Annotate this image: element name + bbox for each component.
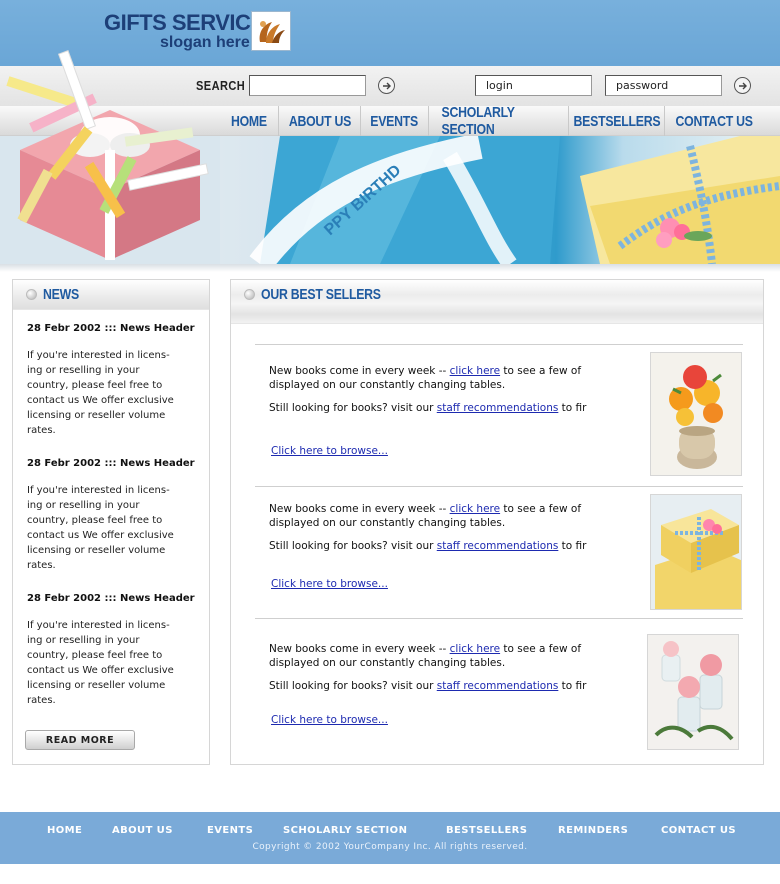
arrow-right-icon — [382, 82, 391, 89]
news-entry: 28 Febr 2002 ::: News Header If you're i… — [27, 593, 199, 708]
nav-home[interactable]: HOME — [220, 106, 278, 136]
news-panel-header: NEWS — [13, 280, 209, 310]
news-entry: 28 Febr 2002 ::: News Header If you're i… — [27, 458, 199, 573]
read-more-button[interactable]: READ MORE — [25, 730, 135, 750]
hero-banner: PPY BIRTHD — [220, 136, 780, 264]
news-header-link[interactable]: 28 Febr 2002 ::: News Header — [27, 323, 199, 334]
item-divider — [255, 486, 743, 487]
click-here-link[interactable]: click here — [450, 365, 500, 377]
footer-link-events[interactable]: EVENTS — [207, 825, 253, 836]
bullet-circle-icon — [244, 289, 255, 300]
item-divider — [255, 618, 743, 619]
logo-icon[interactable] — [251, 11, 291, 51]
best-seller-item-text: New books come in every week -- click he… — [269, 503, 587, 552]
best-sellers-title: OUR BEST SELLERS — [261, 286, 381, 303]
yellow-gift-boxes-image[interactable] — [650, 494, 742, 610]
footer-link-scholarly-section[interactable]: SCHOLARLY SECTION — [283, 825, 407, 836]
staff-recommendations-link[interactable]: staff recommendations — [437, 540, 559, 552]
news-body: If you're interested in licens- ing or r… — [27, 620, 174, 706]
footer — [0, 812, 780, 864]
news-body: If you're interested in licens- ing or r… — [27, 485, 174, 571]
search-go-button[interactable] — [378, 77, 395, 94]
footer-link-bestsellers[interactable]: BESTSELLERS — [446, 825, 527, 836]
news-panel: NEWS 28 Febr 2002 ::: News Header If you… — [12, 279, 210, 765]
footer-link-reminders[interactable]: REMINDERS — [558, 825, 628, 836]
banner-divider — [0, 264, 780, 272]
news-body: If you're interested in licens- ing or r… — [27, 350, 174, 436]
nav-contact-us[interactable]: CONTACT US — [664, 106, 764, 136]
browse-link[interactable]: Click here to browse... — [271, 714, 388, 726]
news-title: NEWS — [43, 286, 79, 303]
browse-link[interactable]: Click here to browse... — [271, 445, 388, 457]
best-seller-item-text: New books come in every week -- click he… — [269, 643, 587, 692]
nav-scholarly-section[interactable]: SCHOLARLY SECTION — [428, 104, 568, 138]
bullet-circle-icon — [26, 289, 37, 300]
click-here-link[interactable]: click here — [450, 643, 500, 655]
staff-recommendations-link[interactable]: staff recommendations — [437, 402, 559, 414]
click-here-link[interactable]: click here — [450, 503, 500, 515]
browse-link[interactable]: Click here to browse... — [271, 578, 388, 590]
news-header-link[interactable]: 28 Febr 2002 ::: News Header — [27, 458, 199, 469]
news-entry: 28 Febr 2002 ::: News Header If you're i… — [27, 323, 199, 438]
flowers-in-vase-image[interactable] — [650, 352, 742, 476]
footer-link-contact-us[interactable]: CONTACT US — [661, 825, 736, 836]
item-divider — [255, 344, 743, 345]
search-input[interactable] — [249, 75, 366, 96]
news-header-link[interactable]: 28 Febr 2002 ::: News Header — [27, 593, 199, 604]
nav-events[interactable]: EVENTS — [360, 106, 428, 136]
nav-bestsellers[interactable]: BESTSELLERS — [568, 106, 664, 136]
arrow-right-icon — [738, 82, 747, 89]
nav-about-us[interactable]: ABOUT US — [278, 106, 360, 136]
login-field[interactable] — [475, 75, 592, 96]
copyright-text: Copyright © 2002 YourCompany Inc. All ri… — [252, 842, 528, 852]
staff-recommendations-link[interactable]: staff recommendations — [437, 680, 559, 692]
best-sellers-panel: OUR BEST SELLERS New books come in every… — [230, 279, 764, 765]
gift-box-ribbon-tags-image — [0, 50, 220, 265]
footer-link-home[interactable]: HOME — [47, 825, 82, 836]
site-title: GIFTS SERVICE — [104, 10, 265, 35]
best-sellers-header: OUR BEST SELLERS — [231, 280, 763, 324]
roses-in-glasses-image[interactable] — [647, 634, 739, 750]
footer-link-about-us[interactable]: ABOUT US — [112, 825, 173, 836]
password-field[interactable] — [605, 75, 722, 96]
login-go-button[interactable] — [734, 77, 751, 94]
birthday-gift-banner-image: PPY BIRTHD — [249, 136, 780, 264]
best-seller-item-text: New books come in every week -- click he… — [269, 365, 587, 414]
